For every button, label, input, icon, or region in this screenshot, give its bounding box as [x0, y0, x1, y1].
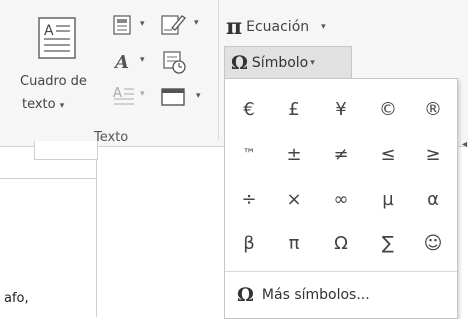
text-box-label: Cuadro de — [20, 74, 87, 89]
chevron-down-icon: ▾ — [321, 22, 326, 32]
date-time-icon — [163, 51, 186, 74]
symbol-pound[interactable]: £ — [274, 95, 314, 125]
symbol-micro[interactable]: µ — [368, 185, 408, 215]
wordart-button[interactable]: A ▾ — [112, 50, 152, 74]
text-box-label-line2: texto ▾ — [22, 97, 65, 112]
more-symbols-label: Más símbolos... — [261, 287, 370, 303]
symbol-button[interactable]: Ω Símbolo ▾ — [224, 46, 352, 80]
symbol-not-equal[interactable]: ≠ — [321, 140, 361, 170]
text-group-label: Texto — [94, 130, 129, 145]
pi-icon: π — [226, 14, 243, 40]
more-symbols-item[interactable]: Ω Más símbolos... — [225, 277, 457, 313]
equation-label: Ecuación — [246, 19, 310, 35]
symbol-beta[interactable]: β — [229, 229, 269, 259]
symbol-plus-minus[interactable]: ± — [274, 140, 314, 170]
symbol-copyright[interactable]: © — [368, 95, 408, 125]
drop-cap-icon: A — [113, 86, 134, 105]
page-header-shape — [34, 141, 98, 160]
chevron-down-icon: ▾ — [140, 19, 145, 29]
date-time-button[interactable] — [162, 50, 192, 76]
symbol-trademark[interactable]: ™ — [229, 140, 269, 170]
symbol-multiply[interactable]: × — [274, 185, 314, 215]
chevron-down-icon: ▾ — [140, 55, 145, 65]
symbol-sum[interactable]: ∑ — [368, 229, 408, 259]
symbol-yen[interactable]: ¥ — [321, 95, 361, 125]
text-box-icon: A — [38, 17, 76, 59]
symbol-label: Símbolo — [251, 55, 309, 71]
wordart-icon: A — [114, 52, 129, 72]
signature-line-button[interactable]: ▾ — [160, 12, 206, 38]
drop-cap-button[interactable]: A ▾ — [112, 84, 152, 108]
menu-separator — [225, 271, 457, 272]
symbol-pi[interactable]: π — [274, 229, 314, 259]
object-icon — [161, 88, 185, 106]
symbol-alpha[interactable]: α — [413, 185, 453, 215]
symbol-omega[interactable]: Ω — [321, 229, 361, 259]
chevron-down-icon: ▾ — [140, 89, 145, 99]
svg-text:A: A — [114, 52, 129, 72]
symbols-dropdown: € £ ¥ © ® ™ ± ≠ ≤ ≥ ÷ × ∞ µ α β π Ω ∑ ☺ … — [224, 78, 458, 319]
quick-parts-button[interactable]: ▾ — [112, 14, 152, 38]
symbol-euro[interactable]: € — [229, 95, 269, 125]
group-divider — [218, 0, 219, 140]
symbol-divide[interactable]: ÷ — [229, 185, 269, 215]
symbol-infinity[interactable]: ∞ — [321, 185, 361, 215]
symbol-registered[interactable]: ® — [413, 95, 453, 125]
quick-parts-icon — [113, 15, 131, 35]
document-text: afo, — [4, 291, 29, 306]
chevron-down-icon: ▾ — [196, 91, 201, 101]
equation-button[interactable]: π Ecuación ▾ — [226, 14, 326, 40]
symbol-less-equal[interactable]: ≤ — [368, 140, 408, 170]
chevron-down-icon: ▾ — [310, 58, 315, 68]
svg-text:A: A — [44, 23, 54, 39]
symbol-greater-equal[interactable]: ≥ — [413, 140, 453, 170]
symbol-smiley[interactable]: ☺ — [413, 229, 453, 259]
signature-line-icon — [161, 15, 186, 35]
chevron-down-icon: ▾ — [59, 101, 65, 111]
omega-icon: Ω — [231, 52, 248, 74]
omega-icon: Ω — [237, 284, 254, 306]
chevron-down-icon: ▾ — [194, 18, 199, 28]
object-button[interactable]: ▾ — [160, 86, 210, 110]
